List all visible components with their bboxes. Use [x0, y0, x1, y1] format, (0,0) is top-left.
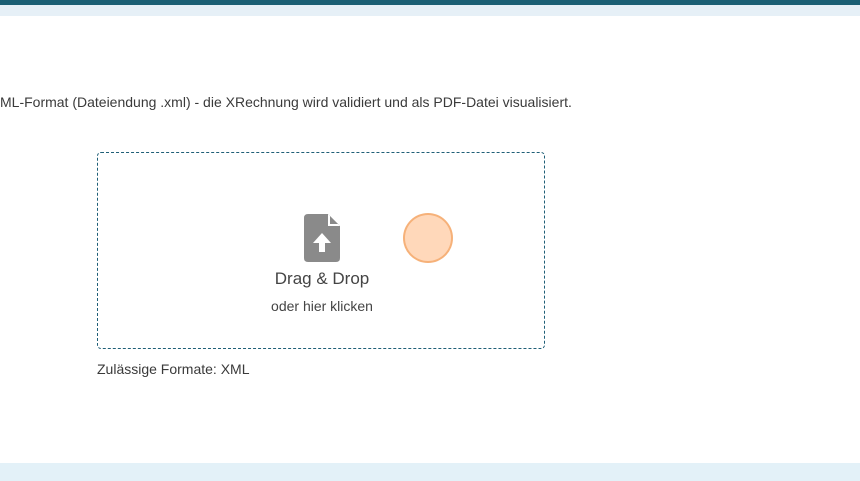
allowed-formats-label: Zulässige Formate: XML — [97, 361, 250, 377]
footer-band — [0, 463, 860, 481]
intro-text: ML-Format (Dateiendung .xml) - die XRech… — [0, 94, 572, 110]
page: ML-Format (Dateiendung .xml) - die XRech… — [0, 0, 860, 481]
dropzone-title: Drag & Drop — [274, 269, 370, 288]
header-sub-bar — [0, 5, 860, 16]
file-dropzone[interactable]: Drag & Drop oder hier klicken — [97, 152, 545, 349]
dropzone-subtitle: oder hier klicken — [271, 298, 373, 314]
file-upload-icon — [304, 214, 340, 262]
cursor-highlight — [403, 213, 453, 263]
